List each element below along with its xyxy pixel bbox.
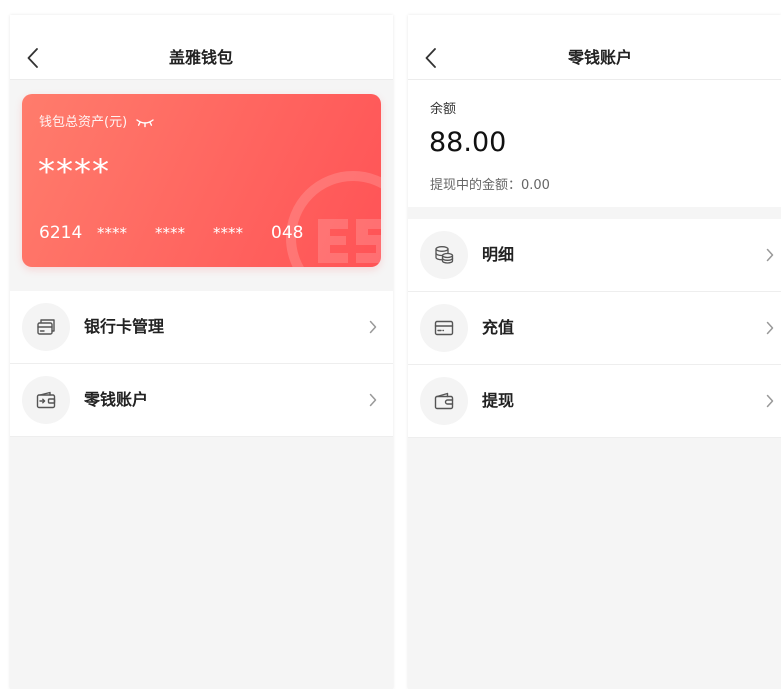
card-number: 6214 **** **** **** 048 xyxy=(39,221,303,245)
menu-item-details[interactable]: 明细 xyxy=(408,219,781,292)
menu-item-bank-card-management[interactable]: 银行卡管理 xyxy=(10,291,393,364)
chevron-right-icon xyxy=(369,320,377,334)
wallet-icon xyxy=(22,376,70,424)
menu-item-label: 银行卡管理 xyxy=(84,317,165,336)
asset-label-text: 钱包总资产(元) xyxy=(39,115,128,130)
chevron-right-icon xyxy=(766,321,774,335)
change-account-menu: 明细 充值 提现 xyxy=(408,219,781,438)
asset-label: 钱包总资产(元) xyxy=(39,114,154,132)
chevron-right-icon xyxy=(369,393,377,407)
page-title: 盖雅钱包 xyxy=(168,48,234,67)
menu-item-label: 零钱账户 xyxy=(84,390,149,409)
coins-icon xyxy=(420,231,468,279)
menu-item-change-account[interactable]: 零钱账户 xyxy=(10,364,393,437)
asset-amount-masked: **** xyxy=(38,152,110,192)
bank-card-icon xyxy=(22,303,70,351)
menu-item-label: 明细 xyxy=(482,245,515,264)
change-account-screen: 零钱账户 余额 88.00 提现中的金额：0.00 明细 充值 提现 xyxy=(408,15,781,689)
card-number-mask: **** xyxy=(213,224,243,242)
eye-closed-icon[interactable] xyxy=(136,118,154,128)
wallet-header: 盖雅钱包 xyxy=(10,15,393,80)
wallet-screen: 盖雅钱包 钱包总资产(元) **** 6214 **** **** **** 048 xyxy=(10,15,393,689)
back-arrow-icon[interactable] xyxy=(425,48,436,68)
card-number-mask: **** xyxy=(155,224,185,242)
pending-withdrawal-amount: 提现中的金额：0.00 xyxy=(430,178,550,193)
chevron-right-icon xyxy=(766,248,774,262)
menu-item-top-up[interactable]: 充值 xyxy=(408,292,781,365)
wallet-icon xyxy=(420,377,468,425)
logo-watermark-icon xyxy=(286,171,381,267)
back-arrow-icon[interactable] xyxy=(27,48,38,68)
card-icon xyxy=(420,304,468,352)
change-account-header: 零钱账户 xyxy=(408,15,781,80)
menu-item-label: 提现 xyxy=(482,391,515,410)
menu-item-label: 充值 xyxy=(482,318,515,337)
asset-card: 钱包总资产(元) **** 6214 **** **** **** 048 xyxy=(22,94,381,267)
card-number-prefix: 6214 xyxy=(39,223,83,243)
balance-section: 余额 88.00 提现中的金额：0.00 xyxy=(408,80,781,207)
card-number-mask: **** xyxy=(97,224,127,242)
balance-label: 余额 xyxy=(430,102,457,117)
chevron-right-icon xyxy=(766,394,774,408)
wallet-menu: 银行卡管理 零钱账户 xyxy=(10,291,393,437)
card-number-suffix: 048 xyxy=(271,223,304,243)
menu-item-withdraw[interactable]: 提现 xyxy=(408,365,781,438)
page-title: 零钱账户 xyxy=(567,48,633,67)
balance-amount: 88.00 xyxy=(429,127,507,158)
